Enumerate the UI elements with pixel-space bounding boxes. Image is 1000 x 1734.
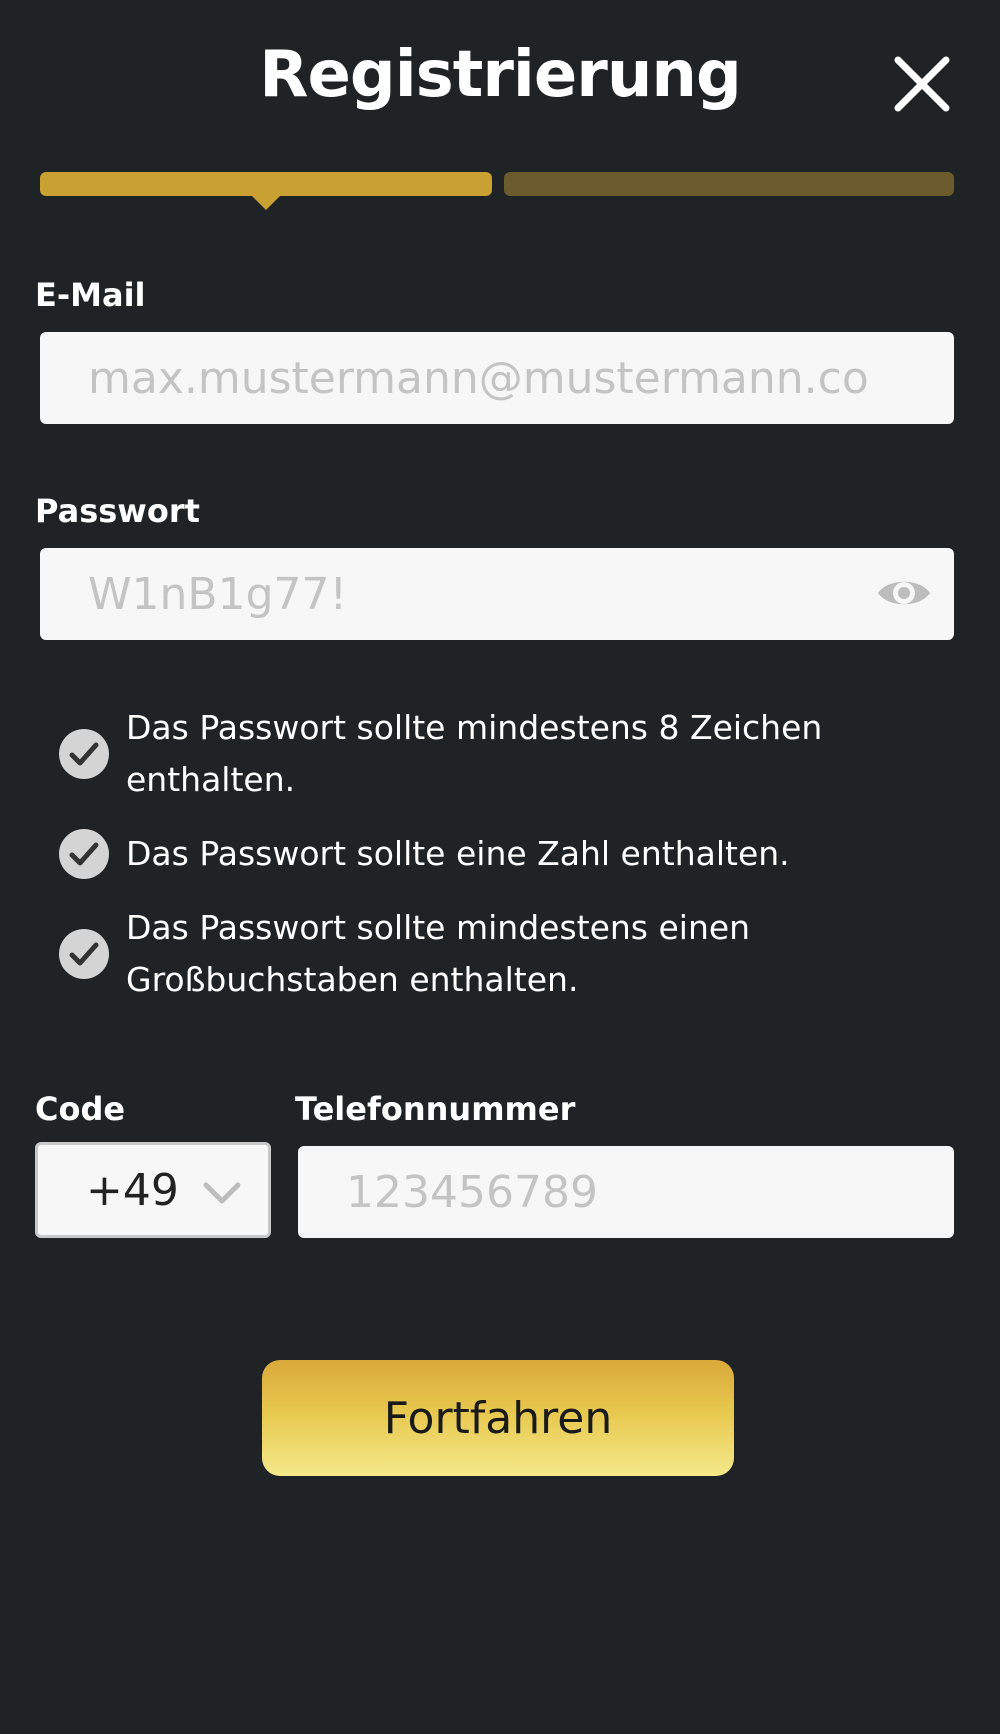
phone-placeholder: 123456789 <box>346 1166 598 1218</box>
phone-field[interactable]: 123456789 <box>298 1146 954 1238</box>
check-circle-icon <box>58 728 110 780</box>
email-field[interactable]: max.mustermann@mustermann.co <box>40 332 954 424</box>
password-rule: Das Passwort sollte mindestens einen Gro… <box>58 902 958 1006</box>
country-code-value: +49 <box>86 1164 179 1216</box>
continue-button[interactable]: Fortfahren <box>262 1360 734 1476</box>
password-rule-text: Das Passwort sollte mindestens 8 Zeichen… <box>126 708 823 799</box>
code-label: Code <box>35 1090 126 1128</box>
eye-icon[interactable] <box>876 570 932 616</box>
email-label: E-Mail <box>35 276 146 314</box>
step-progress <box>40 172 954 212</box>
chevron-down-icon <box>200 1175 244 1211</box>
progress-step-2 <box>504 172 954 196</box>
page-title: Registrierung <box>259 38 742 112</box>
password-rule-text: Das Passwort sollte eine Zahl enthalten. <box>126 834 790 873</box>
email-placeholder: max.mustermann@mustermann.co <box>88 352 869 404</box>
country-code-select[interactable]: +49 <box>35 1142 271 1238</box>
password-requirements: Das Passwort sollte mindestens 8 Zeichen… <box>58 702 958 1028</box>
password-placeholder: W1nB1g77! <box>88 568 348 620</box>
check-circle-icon <box>58 928 110 980</box>
password-rule-text: Das Passwort sollte mindestens einen Gro… <box>126 908 751 999</box>
password-rule: Das Passwort sollte eine Zahl enthalten. <box>58 828 958 880</box>
close-button[interactable] <box>890 52 954 116</box>
progress-step-1 <box>40 172 492 196</box>
close-icon <box>894 56 950 112</box>
password-label: Passwort <box>35 492 200 530</box>
password-rule: Das Passwort sollte mindestens 8 Zeichen… <box>58 702 958 806</box>
password-field[interactable]: W1nB1g77! <box>40 548 954 640</box>
current-step-indicator <box>250 194 282 210</box>
check-circle-icon <box>58 828 110 880</box>
phone-label: Telefonnummer <box>295 1090 576 1128</box>
